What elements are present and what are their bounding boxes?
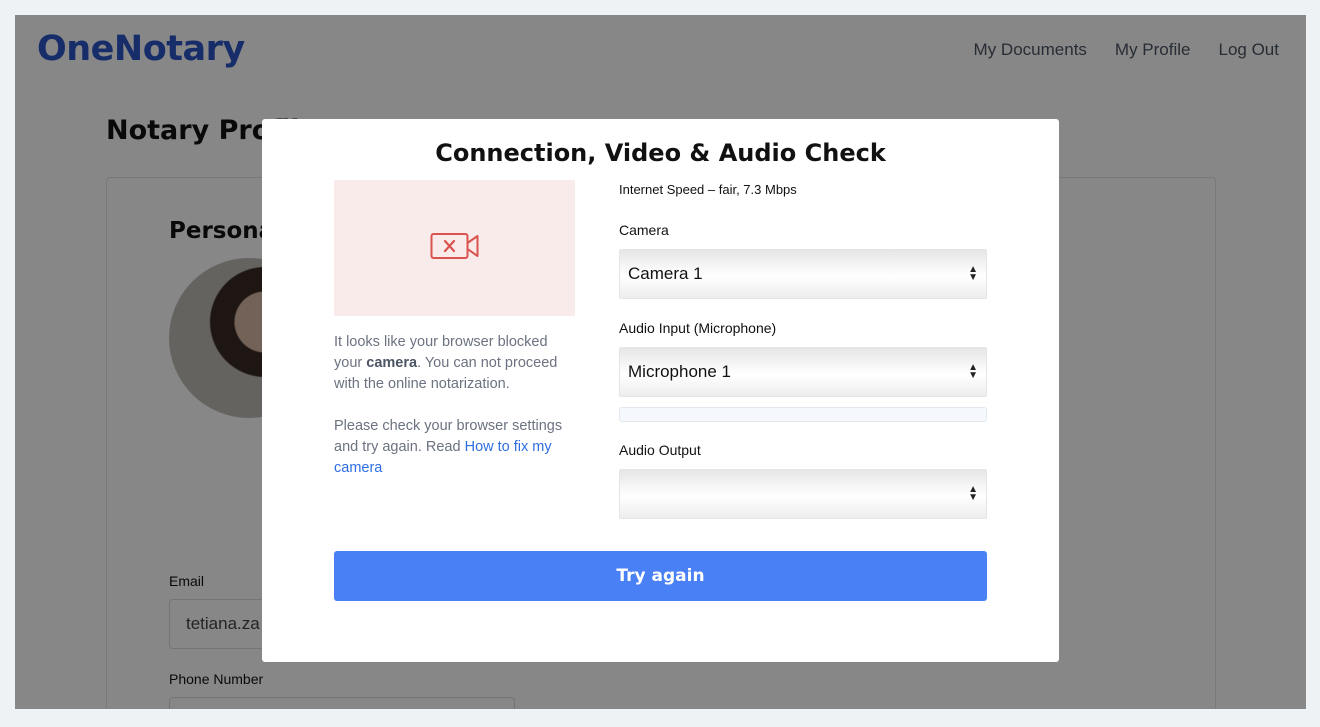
microphone-level-meter bbox=[619, 407, 987, 422]
camera-label: Camera bbox=[619, 222, 669, 238]
camera-select-value: Camera 1 bbox=[628, 264, 703, 283]
microphone-select[interactable]: Microphone 1 ▲ ▼ bbox=[619, 347, 987, 397]
audio-output-select[interactable]: ▲ ▼ bbox=[619, 469, 987, 519]
modal-title: Connection, Video & Audio Check bbox=[435, 139, 886, 167]
try-again-button[interactable]: Try again bbox=[334, 551, 987, 601]
page: OneNotary My Documents My Profile Log Ou… bbox=[15, 15, 1306, 709]
camera-preview bbox=[334, 180, 575, 316]
select-arrows-icon: ▲ ▼ bbox=[968, 362, 978, 381]
audio-input-label: Audio Input (Microphone) bbox=[619, 320, 777, 336]
camera-select[interactable]: Camera 1 ▲ ▼ bbox=[619, 249, 987, 299]
select-arrows-icon: ▲ ▼ bbox=[968, 484, 978, 503]
select-arrows-icon: ▲ ▼ bbox=[968, 264, 978, 283]
microphone-select-value: Microphone 1 bbox=[628, 362, 732, 381]
camera-blocked-message: It looks like your browser blocked your … bbox=[334, 332, 579, 395]
help-message: Please check your browser settings and t… bbox=[334, 416, 579, 479]
audio-output-label: Audio Output bbox=[619, 442, 701, 458]
camera-off-icon bbox=[430, 232, 480, 265]
internet-speed: Internet Speed – fair, 7.3 Mbps bbox=[619, 182, 797, 197]
connection-check-modal: Connection, Video & Audio Check It looks… bbox=[262, 119, 1059, 662]
blocked-text-bold: camera bbox=[366, 355, 418, 371]
